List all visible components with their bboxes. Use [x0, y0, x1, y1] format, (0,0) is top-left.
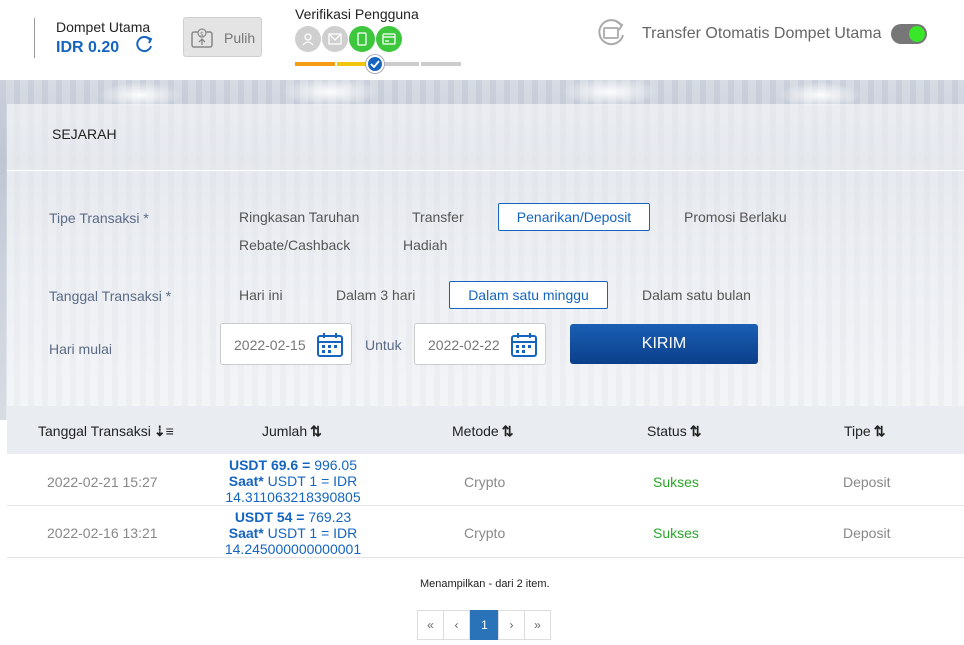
wallet-restore-icon: $: [191, 28, 213, 48]
check-icon: [366, 55, 384, 73]
sort-desc-icon: ⇣≡: [153, 423, 174, 439]
auto-transfer-toggle[interactable]: [891, 24, 927, 44]
auto-transfer-icon: [598, 19, 624, 46]
end-date-value: 2022-02-22: [428, 337, 500, 353]
start-date-label: Hari mulai: [49, 341, 113, 357]
type-option-active-promo[interactable]: Promosi Berlaku: [684, 209, 787, 225]
transaction-type-label: Tipe Transaksi *: [49, 210, 149, 226]
refresh-icon[interactable]: [134, 34, 154, 54]
start-date-value: 2022-02-15: [234, 337, 306, 353]
top-bar: Dompet Utama IDR 0.20 $ Pulih Verifikasi…: [0, 0, 964, 80]
table-row: 2022-02-16 13:21 USDT 54 = 769.23 Saat* …: [7, 507, 964, 558]
row-type: Deposit: [843, 525, 891, 541]
progress-segment: [421, 62, 461, 66]
divider: [7, 170, 964, 171]
verification-title: Verifikasi Pengguna: [295, 6, 419, 22]
date-option-month[interactable]: Dalam satu bulan: [642, 287, 751, 303]
toggle-knob: [909, 26, 925, 42]
svg-text:$: $: [200, 31, 204, 38]
submit-button[interactable]: KIRIM: [570, 324, 758, 364]
header-status[interactable]: Status ⇅: [647, 423, 701, 440]
sort-icon: ⇅: [310, 423, 322, 439]
progress-segment: [379, 62, 419, 66]
to-label: Untuk: [365, 337, 402, 353]
last-page-button[interactable]: »: [524, 610, 551, 640]
type-option-gift[interactable]: Hadiah: [403, 237, 447, 253]
row-amount: USDT 69.6 = 996.05 Saat* USDT 1 = IDR 14…: [225, 457, 361, 505]
wallet-balance: IDR 0.20: [56, 39, 120, 56]
pulih-button[interactable]: $ Pulih: [183, 17, 262, 57]
sort-icon: ⇅: [689, 423, 702, 439]
bank-card-icon[interactable]: [376, 26, 402, 52]
sort-icon: ⇅: [873, 423, 886, 439]
panel-title: SEJARAH: [52, 126, 117, 142]
user-icon[interactable]: [295, 26, 321, 52]
end-date-input[interactable]: 2022-02-22: [414, 323, 546, 365]
type-option-rebate[interactable]: Rebate/Cashback: [239, 237, 350, 253]
date-option-today[interactable]: Hari ini: [239, 287, 283, 303]
next-page-button[interactable]: ›: [498, 610, 525, 640]
main-wallet: Dompet Utama IDR 0.20: [34, 18, 150, 58]
type-option-withdraw-deposit[interactable]: Penarikan/Deposit: [498, 203, 650, 231]
row-method: Crypto: [464, 525, 506, 541]
page-1-button[interactable]: 1: [470, 610, 499, 640]
pulih-label: Pulih: [224, 30, 256, 46]
row-type: Deposit: [843, 474, 891, 490]
progress-segment: [295, 62, 335, 66]
row-date: 2022-02-16 13:21: [47, 525, 158, 541]
first-page-button[interactable]: «: [417, 610, 444, 640]
table-row: 2022-02-21 15:27 USDT 69.6 = 996.05 Saat…: [7, 455, 964, 506]
row-method: Crypto: [464, 474, 506, 490]
pagination-summary: Menampilkan - dari 2 item.: [420, 578, 550, 590]
transaction-date-label: Tanggal Transaksi *: [49, 288, 172, 304]
date-option-week[interactable]: Dalam satu minggu: [449, 281, 608, 309]
header-type[interactable]: Tipe ⇅: [844, 423, 885, 440]
type-option-transfer[interactable]: Transfer: [412, 209, 464, 225]
header-date[interactable]: Tanggal Transaksi ⇣≡: [38, 423, 174, 440]
email-icon[interactable]: [322, 26, 348, 52]
start-date-input[interactable]: 2022-02-15: [220, 323, 352, 365]
prev-page-button[interactable]: ‹: [443, 610, 470, 640]
table-header: Tanggal Transaksi ⇣≡ Jumlah ⇅ Metode ⇅ Stat…: [7, 406, 964, 454]
phone-icon[interactable]: [349, 26, 375, 52]
header-method[interactable]: Metode ⇅: [452, 423, 513, 440]
row-date: 2022-02-21 15:27: [47, 474, 158, 490]
row-status: Sukses: [653, 525, 699, 541]
wallet-label: Dompet Utama: [56, 19, 151, 35]
auto-transfer-label: Transfer Otomatis Dompet Utama: [642, 25, 882, 42]
date-option-3-days[interactable]: Dalam 3 hari: [336, 287, 415, 303]
calendar-icon[interactable]: [511, 333, 537, 357]
row-amount: USDT 54 = 769.23 Saat* USDT 1 = IDR 14.2…: [224, 509, 362, 557]
calendar-icon[interactable]: [317, 333, 343, 357]
type-option-bet-summary[interactable]: Ringkasan Taruhan: [239, 209, 359, 225]
sort-icon: ⇅: [501, 423, 514, 439]
header-amount[interactable]: Jumlah ⇅: [262, 423, 322, 440]
row-status: Sukses: [653, 474, 699, 490]
